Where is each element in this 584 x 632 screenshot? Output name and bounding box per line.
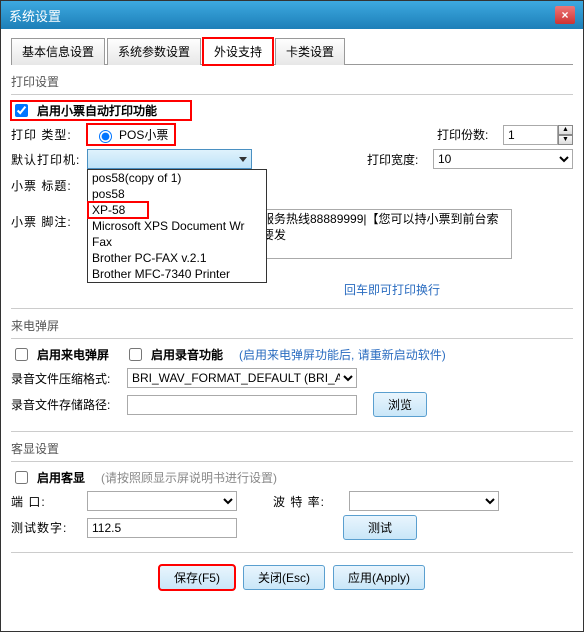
tab-peripheral[interactable]: 外设支持 [203,38,273,65]
port-label: 端 口: [11,493,81,510]
receipt-footer-text: 服务热线88889999|【您可以持小票到前台索要发 [262,212,499,242]
baud-select[interactable] [349,491,499,511]
enable-caller-checkbox[interactable] [15,348,28,361]
titlebar: 系统设置 × [1,1,583,29]
copies-up-icon[interactable]: ▲ [558,125,573,135]
tab-card[interactable]: 卡类设置 [275,38,345,65]
printer-option-xp58[interactable]: XP-58 [88,202,148,218]
test-button[interactable]: 测试 [343,515,417,540]
copies-label: 打印份数: [437,126,497,143]
record-path-row: 录音文件存储路径: 浏览 [11,392,573,417]
printer-option[interactable]: Fax [88,234,266,250]
printer-option[interactable]: Brother PC-FAX v.2.1 [88,250,266,266]
window-title: 系统设置 [9,6,61,25]
divider [11,308,573,309]
display-section-title: 客显设置 [11,440,573,457]
port-select[interactable] [87,491,237,511]
content-area: 基本信息设置 系统参数设置 外设支持 卡类设置 打印设置 启用小票自动打印功能 … [1,29,583,598]
system-settings-window: { "title": "系统设置", "tabs": ["基本信息设置","系统… [0,0,584,632]
close-button[interactable]: 关闭(Esc) [243,565,325,590]
tab-params[interactable]: 系统参数设置 [107,38,201,65]
divider [11,552,573,553]
record-format-label: 录音文件压缩格式: [11,370,121,387]
default-printer-dropdown: pos58(copy of 1) pos58 XP-58 Microsoft X… [87,149,252,169]
enable-display-label: 启用客显 [37,469,85,486]
divider [11,461,573,462]
divider [11,431,573,432]
record-path-label: 录音文件存储路径: [11,396,121,413]
enable-auto-print-checkbox[interactable] [15,104,28,117]
receipt-footer-textarea[interactable]: 服务热线88889999|【您可以持小票到前台索要发 [257,209,512,259]
printer-option[interactable]: Brother MFC-7340 Printer [88,266,266,282]
record-format-row: 录音文件压缩格式: BRI_WAV_FORMAT_DEFAULT (BRI_AU… [11,368,573,388]
display-enable-row: 启用客显 (请按照顾显示屏说明书进行设置) [11,468,573,487]
port-baud-row: 端 口: 波 特 率: [11,491,573,511]
save-button[interactable]: 保存(F5) [159,565,235,590]
printer-option[interactable]: pos58 [88,186,266,202]
chevron-down-icon [239,157,247,162]
enable-display-checkbox[interactable] [15,471,28,484]
width-select[interactable]: 10 [433,149,573,169]
record-path-input[interactable] [127,395,357,415]
receipt-title-label: 小票 标题: [11,177,81,194]
close-icon[interactable]: × [555,6,575,24]
printer-list: pos58(copy of 1) pos58 XP-58 Microsoft X… [87,169,267,283]
baud-label: 波 特 率: [273,493,343,510]
copies-input[interactable] [503,125,558,145]
print-type-value: POS小票 [119,126,168,143]
print-section-title: 打印设置 [11,73,573,90]
printer-option[interactable]: Microsoft XPS Document Wr [88,218,266,234]
test-row: 测试数字: 测试 [11,515,573,540]
button-row: 保存(F5) 关闭(Esc) 应用(Apply) [11,559,573,590]
divider [11,94,573,95]
print-hint-link[interactable]: 回车即可打印换行 [344,283,440,297]
print-type-radio[interactable] [99,130,112,143]
enable-auto-print-row: 启用小票自动打印功能 [11,101,191,120]
print-type-radio-wrap: POS小票 [87,124,175,145]
apply-button[interactable]: 应用(Apply) [333,565,425,590]
enable-record-label: 启用录音功能 [151,346,223,363]
enable-caller-label: 启用来电弹屏 [37,346,109,363]
printer-option[interactable]: pos58(copy of 1) [88,170,266,186]
default-printer-label: 默认打印机: [11,151,81,168]
receipt-footer-label: 小票 脚注: [11,213,81,230]
test-num-input[interactable] [87,518,237,538]
tab-basic[interactable]: 基本信息设置 [11,38,105,65]
caller-section-title: 来电弹屏 [11,317,573,334]
default-printer-row: 默认打印机: pos58(copy of 1) pos58 XP-58 Micr… [11,149,573,169]
enable-record-checkbox[interactable] [129,348,142,361]
display-note: (请按照顾显示屏说明书进行设置) [101,469,277,486]
caller-note: (启用来电弹屏功能后, 请重新启动软件) [239,346,446,363]
print-hint: 回车即可打印换行 [211,281,573,298]
copies-spinner: ▲ ▼ [503,125,573,145]
print-type-label: 打印 类型: [11,126,81,143]
enable-auto-print-label: 启用小票自动打印功能 [37,102,157,119]
caller-enable-row: 启用来电弹屏 启用录音功能 (启用来电弹屏功能后, 请重新启动软件) [11,345,573,364]
divider [11,338,573,339]
print-type-row: 打印 类型: POS小票 打印份数: ▲ ▼ [11,124,573,145]
browse-button[interactable]: 浏览 [373,392,427,417]
tab-strip: 基本信息设置 系统参数设置 外设支持 卡类设置 [11,37,573,65]
record-format-select[interactable]: BRI_WAV_FORMAT_DEFAULT (BRI_AUDI [127,368,357,388]
width-label: 打印宽度: [367,151,427,168]
test-num-label: 测试数字: [11,519,81,536]
default-printer-button[interactable] [87,149,252,169]
copies-down-icon[interactable]: ▼ [558,135,573,145]
